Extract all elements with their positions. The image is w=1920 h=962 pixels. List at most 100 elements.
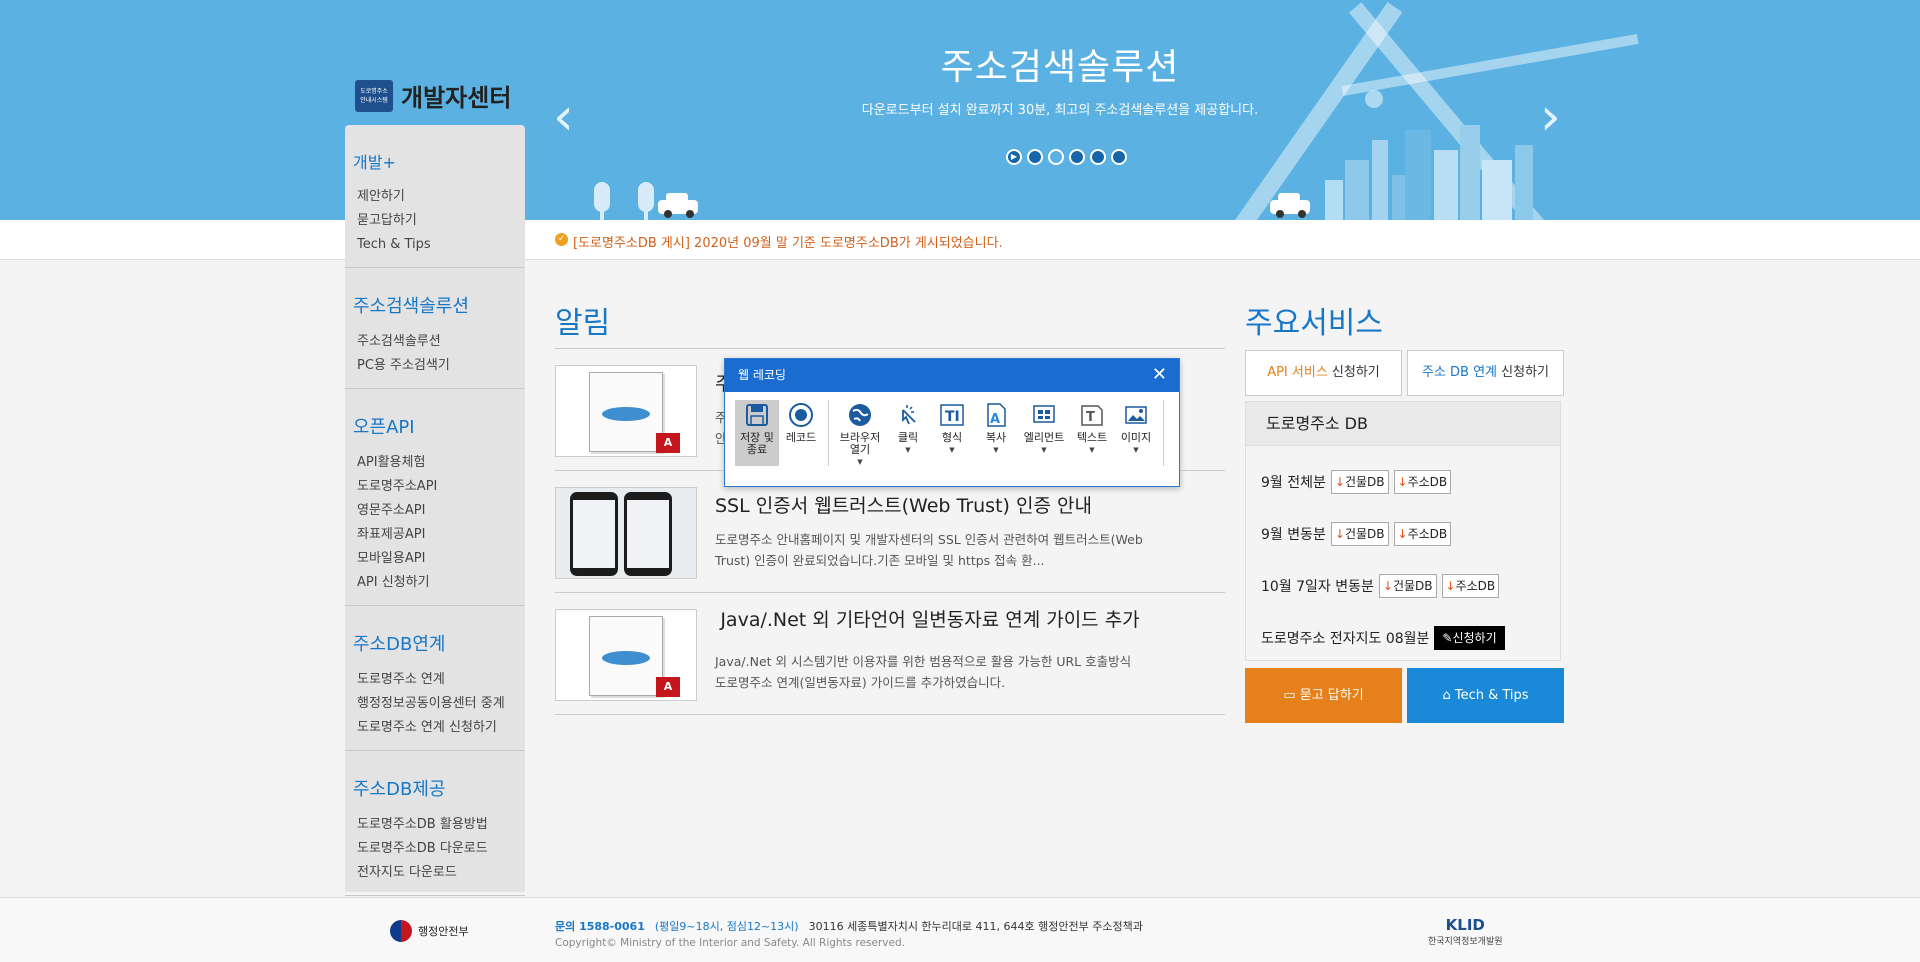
sidebar-item[interactable]: 제안하기: [353, 185, 517, 209]
recorder-tool-label: 레코드: [785, 431, 817, 444]
gov-name: 행정안전부: [418, 925, 469, 938]
notice-title[interactable]: Java/.Net 외 기타언어 일변동자료 연계 가이드 추가: [715, 609, 1145, 631]
sidebar-item[interactable]: 행정정보공동이용센터 중계: [353, 692, 517, 716]
address-db-download-button[interactable]: ↓주소DB: [1393, 522, 1452, 546]
copy-text-icon: A: [983, 402, 1009, 428]
recorder-tool-image[interactable]: 이미지 ▼: [1114, 400, 1158, 466]
sidebar-item[interactable]: API활용체험: [353, 451, 517, 475]
db-row-label: 10월 7일자 변동분: [1261, 579, 1374, 595]
building-db-download-button[interactable]: ↓건물DB: [1330, 522, 1389, 546]
sidebar-group-heading[interactable]: 주소검색솔루션: [353, 292, 517, 318]
db-row: 도로명주소 전자지도 08월분 ✎신청하기: [1261, 626, 1505, 650]
sidebar-group: 오픈API API활용체험 도로명주소API 영문주소API 좌표제공API 모바일용AP…: [345, 389, 525, 606]
notice-item[interactable]: SSL 인증서 웹트러스트(Web Trust) 인증 안내 도로명주소 안내홈…: [555, 471, 1225, 593]
building-db-download-button[interactable]: ↓건물DB: [1378, 574, 1437, 598]
sidebar-group-heading[interactable]: 주소DB연계: [353, 630, 517, 656]
footer-copyright: Copyright© Ministry of the Interior and …: [555, 937, 905, 949]
recorder-tool-save[interactable]: 저장 및 종료: [735, 400, 779, 466]
notice-thumbnail: A: [555, 365, 697, 457]
sidebar-item[interactable]: 좌표제공API: [353, 523, 517, 547]
svg-text:T: T: [1086, 410, 1095, 425]
download-icon: ↓: [1445, 579, 1456, 593]
recorder-tool-record[interactable]: 레코드: [779, 400, 823, 466]
download-icon: ↓: [1334, 527, 1345, 541]
sidebar-group-heading[interactable]: 오픈API: [353, 413, 517, 439]
sidebar: 개발+ 제안하기 묻고답하기 Tech & Tips 주소검색솔루션 주소검색솔루션 PC용…: [345, 125, 525, 896]
sidebar-item[interactable]: 도로명주소 연계: [353, 668, 517, 692]
recorder-tool-label: 엘리먼트: [1023, 431, 1065, 444]
sidebar-item[interactable]: 전자지도 다운로드: [353, 861, 517, 885]
footer-info: 문의 1588-0061 (평일9~18시, 점심12~13시) 30116 세…: [555, 918, 1143, 934]
tech-tips-button[interactable]: ⌂ Tech & Tips: [1407, 668, 1564, 723]
recording-toolbar: 저장 및 종료 레코드 브라우저 열기 ▼ 클릭 ▼ TI 형식 ▼ A 복사 ▼ 엘리먼트 ▼ T 텍스트 ▼…: [735, 400, 1169, 466]
recorder-tool-globe[interactable]: 브라우저 열기 ▼: [834, 400, 886, 466]
svg-text:A: A: [990, 412, 1000, 427]
apply-label: 신청하기: [1327, 365, 1380, 380]
pencil-icon: ✎: [1442, 631, 1453, 645]
address-db-download-button[interactable]: ↓주소DB: [1393, 470, 1452, 494]
sidebar-item[interactable]: 영문주소API: [353, 499, 517, 523]
sidebar-item[interactable]: 도로명주소 연계 신청하기: [353, 716, 517, 740]
pdf-icon: A: [656, 677, 680, 697]
recorder-tool-label: 텍스트: [1076, 431, 1108, 444]
logo-badge-line2: 안내시스템: [360, 96, 388, 104]
gov-logo[interactable]: 행정안전부: [390, 920, 469, 942]
klid-logo[interactable]: KLID 한국지역정보개발원: [1428, 916, 1503, 947]
sidebar-item[interactable]: 도로명주소API: [353, 475, 517, 499]
sidebar-group-heading[interactable]: 개발+: [353, 149, 517, 173]
sidebar-item[interactable]: API 신청하기: [353, 571, 517, 595]
download-icon: ↓: [1397, 527, 1408, 541]
save-icon: [744, 402, 770, 428]
sidebar-item[interactable]: 도로명주소DB 활용방법: [353, 813, 517, 837]
toolbar-separator: [1163, 400, 1164, 466]
map-apply-button[interactable]: ✎신청하기: [1434, 626, 1505, 650]
logo-badge: 도로명주소 안내시스템: [355, 79, 393, 112]
sidebar-item[interactable]: Tech & Tips: [353, 233, 517, 257]
sidebar-group: 개발+ 제안하기 묻고답하기 Tech & Tips: [345, 125, 525, 268]
type-icon: TI: [939, 402, 965, 428]
chat-icon: ▭: [1283, 688, 1296, 703]
recorder-tool-click[interactable]: 클릭 ▼: [886, 400, 930, 466]
logo-badge-line1: 도로명주소: [360, 87, 388, 95]
db-row: 9월 변동분 ↓건물DB ↓주소DB: [1261, 522, 1452, 546]
notice-title[interactable]: SSL 인증서 웹트러스트(Web Trust) 인증 안내: [715, 495, 1145, 517]
recorder-tool-text[interactable]: T 텍스트 ▼: [1070, 400, 1114, 466]
notice-desc: Java/.Net 외 시스템기반 이용자를 위한 범용적으로 활용 가능한 U…: [715, 654, 1132, 690]
notice-ticker-link[interactable]: [도로명주소DB 게시] 2020년 09월 말 기준 도로명주소DB가 게시되…: [573, 232, 1003, 251]
close-icon[interactable]: ✕: [1152, 365, 1167, 385]
site-logo[interactable]: 도로명주소 안내시스템 개발자센터: [355, 78, 511, 113]
sidebar-item[interactable]: 모바일용API: [353, 547, 517, 571]
qa-button[interactable]: ▭ 묻고 답하기: [1245, 668, 1402, 723]
sidebar-item[interactable]: 도로명주소DB 다운로드: [353, 837, 517, 861]
recording-title-bar[interactable]: 웹 레코딩: [725, 359, 1179, 392]
building-db-download-button[interactable]: ↓건물DB: [1330, 470, 1389, 494]
footer-hours: (평일9~18시, 점심12~13시): [654, 920, 799, 933]
logo-text: 개발자센터: [401, 84, 512, 112]
address-db-download-button[interactable]: ↓주소DB: [1441, 574, 1500, 598]
caret-down-icon: ▼: [1041, 446, 1047, 454]
tag-icon: ⌂: [1442, 688, 1451, 703]
db-row: 9월 전체분 ↓건물DB ↓주소DB: [1261, 470, 1452, 494]
sidebar-item[interactable]: PC용 주소검색기: [353, 354, 517, 378]
sidebar-item[interactable]: 묻고답하기: [353, 209, 517, 233]
download-icon: ↓: [1334, 475, 1345, 489]
recording-title: 웹 레코딩: [738, 368, 786, 382]
recorder-tool-copy-text[interactable]: A 복사 ▼: [974, 400, 1018, 466]
caret-down-icon: ▼: [1089, 446, 1095, 454]
recorder-tool-label: 복사: [985, 431, 1007, 444]
sidebar-group-heading[interactable]: 주소DB제공: [353, 775, 517, 801]
notice-bar: ✓ [도로명주소DB 게시] 2020년 09월 말 기준 도로명주소DB가 게…: [0, 220, 1920, 260]
db-link-apply-button[interactable]: 주소 DB 연계 신청하기: [1407, 350, 1564, 396]
button-label: Tech & Tips: [1454, 688, 1529, 703]
notice-item[interactable]: A Java/.Net 외 기타언어 일변동자료 연계 가이드 추가 Java/…: [555, 593, 1225, 715]
db-row-label: 9월 전체분: [1261, 475, 1326, 491]
button-label: 건물DB: [1344, 475, 1385, 489]
recorder-tool-element[interactable]: 엘리먼트 ▼: [1018, 400, 1070, 466]
apply-label: 신청하기: [1497, 365, 1550, 380]
recorder-tool-label: 형식: [941, 431, 963, 444]
api-service-apply-button[interactable]: API 서비스 신청하기: [1245, 350, 1402, 396]
recorder-tool-type[interactable]: TI 형식 ▼: [930, 400, 974, 466]
image-icon: [1123, 402, 1149, 428]
sidebar-item[interactable]: 주소검색솔루션: [353, 330, 517, 354]
caret-down-icon: ▼: [857, 458, 863, 466]
